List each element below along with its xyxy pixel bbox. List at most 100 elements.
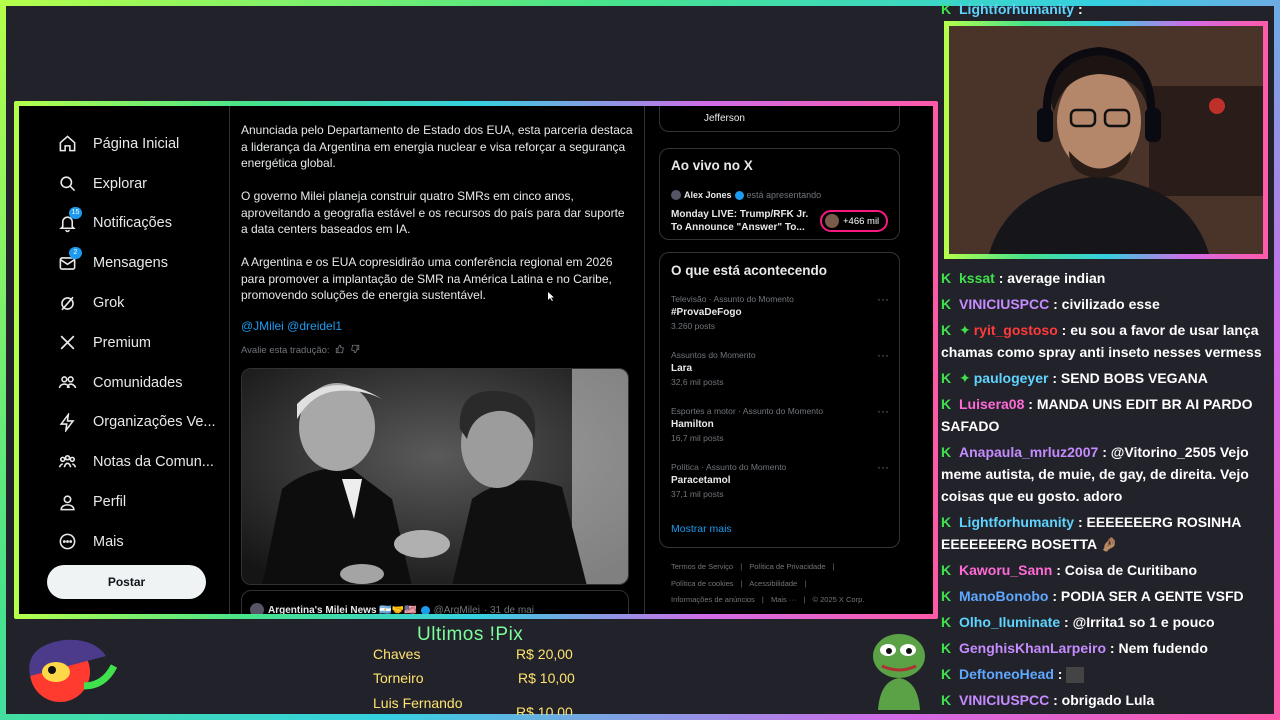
footer-separator: | [740, 578, 743, 588]
nav-label: Mensagens [93, 255, 168, 272]
pix-amount: R$ 10,00 [516, 704, 573, 715]
chat-username[interactable]: kssat [959, 270, 995, 286]
more-options-icon[interactable]: ··· [877, 292, 889, 306]
pix-amount: R$ 10,00 [518, 670, 575, 686]
chat-username[interactable]: ryit_gostoso [974, 322, 1058, 338]
mascot-sticker-left [29, 639, 118, 702]
trend-item[interactable]: Esportes a motor · Assunto do Momento Ha… [671, 404, 889, 443]
chat-username[interactable]: ManoBonobo [959, 588, 1048, 604]
footer-link[interactable]: Política de cookies [671, 579, 734, 588]
chat-message: K VINICIUSPCC : civilizado esse [941, 293, 1271, 315]
kick-badge-icon: K [941, 1, 952, 17]
trend-item[interactable]: Política · Assunto do Momento Paracetamo… [671, 460, 889, 499]
chat-text: : obrigado Lula [1053, 692, 1155, 708]
footer-separator: | [761, 595, 764, 604]
live-listeners-pill[interactable]: +466 mil [820, 210, 888, 232]
footer-link[interactable]: Termos de Serviço [671, 562, 733, 571]
footer-link[interactable]: Acessibilidade [749, 579, 797, 588]
live-title: Ao vivo no X [671, 158, 753, 173]
footer-link[interactable]: Política de Privacidade [749, 562, 825, 571]
trend-item[interactable]: Televisão · Assunto do Momento #ProvaDeF… [671, 292, 889, 331]
chat-username[interactable]: Anapaula_mrluz2007 [959, 444, 1098, 460]
chat-username[interactable]: Lightforhumanity [959, 1, 1074, 17]
nav-label: Página Inicial [93, 135, 180, 152]
chat-message: K DeftoneoHead : [941, 663, 1271, 685]
more-options-icon[interactable]: ··· [877, 460, 889, 474]
chat-message: K Lightforhumanity : EEEEEEERG ROSINHA EE… [941, 511, 1271, 555]
quoted-author-handle: @ArgMilei [433, 604, 480, 615]
nav-item-profile[interactable]: Perfil [45, 482, 235, 522]
live-host: Alex Jones está apresentando [671, 190, 821, 200]
footer-links: Termos de Serviço | Política de Privacid… [671, 559, 903, 609]
post-button[interactable]: Postar [47, 565, 206, 599]
footer-link[interactable]: Mais ··· [771, 595, 796, 604]
trend-meta: Esportes a motor · Assunto do Momento [671, 406, 824, 416]
live-broadcast-title[interactable]: Monday LIVE: Trump/RFK Jr. To Announce "… [671, 208, 813, 234]
footer-link[interactable]: Informações de anúncios [671, 595, 755, 604]
quoted-tweet-header[interactable]: Argentina's Milei News 🇦🇷🤝🇺🇸 @ArgMilei ·… [241, 590, 629, 614]
trends-title: O que está acontecendo [671, 263, 828, 278]
nav-item-explore[interactable]: Explorar [45, 164, 235, 204]
pix-name: Chaves [373, 646, 421, 662]
chat-username[interactable]: paulogeyer [974, 370, 1049, 386]
nav-item-premium[interactable]: Premium [45, 323, 235, 363]
nav-item-organizations[interactable]: Organizações Ve... [45, 403, 235, 443]
bell-icon: 15 [57, 207, 82, 233]
trend-count: 16,7 mil posts [671, 433, 724, 443]
chat-username[interactable]: GenghisKhanLarpeiro [959, 640, 1106, 656]
chat-username[interactable]: DeftoneoHead [959, 666, 1054, 682]
nav-item-more[interactable]: Mais [45, 522, 235, 562]
quoted-author-name: Argentina's Milei News 🇦🇷🤝🇺🇸 [268, 604, 417, 615]
diamond-badge-icon: ✦ [959, 370, 971, 386]
thumbs-down-icon[interactable] [350, 344, 360, 357]
pix-name: Luis Fernando [373, 695, 463, 711]
chat-username[interactable]: VINICIUSPCC [959, 692, 1049, 708]
trend-name: Paracetamol [671, 475, 731, 486]
tweet-mentions[interactable]: @JMilei @dreidel1 [241, 319, 342, 333]
chat-username[interactable]: VINICIUSPCC [959, 296, 1049, 312]
x-page: Página Inicial Explorar 15 Notificações … [19, 106, 933, 614]
chat-message: K GenghisKhanLarpeiro : Nem fudendo [941, 637, 1271, 659]
kick-badge-icon: K [941, 370, 952, 386]
nav-item-grok[interactable]: Grok [45, 283, 235, 323]
pepe-frog-sticker [873, 634, 925, 710]
chat-username[interactable]: Lightforhumanity [959, 514, 1074, 530]
trend-count: 3.260 posts [671, 321, 715, 331]
nav-item-home[interactable]: Página Inicial [45, 124, 235, 164]
more-options-icon[interactable]: ··· [877, 348, 889, 362]
chat-message: K ✦ ryit_gostoso : eu sou a favor de usar … [941, 319, 1271, 363]
communities-icon [57, 373, 77, 393]
trend-name: Lara [671, 363, 693, 374]
nav-item-community-notes[interactable]: Notas da Comun... [45, 442, 235, 482]
more-options-icon[interactable]: ··· [877, 404, 889, 418]
nav-item-communities[interactable]: Comunidades [45, 363, 235, 403]
chat-username[interactable]: Kaworu_Sann [959, 562, 1052, 578]
show-more-link[interactable]: Mostrar mais [671, 523, 732, 535]
tweet-photo[interactable] [241, 368, 629, 585]
chat-username[interactable]: Luisera08 [959, 396, 1024, 412]
trend-item[interactable]: Assuntos do Momento Lara 32,6 mil posts … [671, 348, 889, 387]
suggested-user-name[interactable]: Jefferson [704, 113, 745, 124]
chat-username[interactable]: Olho_Iluminate [959, 614, 1060, 630]
verified-icon [420, 605, 430, 614]
host-name[interactable]: Alex Jones [684, 190, 732, 200]
chat-message: K ✦ paulogeyer : SEND BOBS VEGANA [941, 367, 1271, 389]
footer-separator: | [740, 562, 743, 571]
nav-item-messages[interactable]: 2 Mensagens [45, 243, 235, 283]
diamond-badge-icon: ✦ [959, 322, 971, 338]
copyright: © 2025 X Corp. [812, 595, 865, 604]
nav-label: Explorar [93, 175, 147, 192]
nav-item-notifications[interactable]: 15 Notificações [45, 204, 235, 244]
webcam-frame [944, 21, 1268, 259]
kick-badge-icon: K [941, 322, 952, 338]
live-on-x-box: Ao vivo no X Alex Jones está apresentand… [659, 148, 900, 240]
trend-count: 37,1 mil posts [671, 489, 724, 499]
footer-separator: | [832, 562, 835, 571]
chat-message: K ManoBonobo : PODIA SER A GENTE VSFD [941, 585, 1271, 607]
trends-box: O que está acontecendo Televisão · Assun… [659, 252, 900, 548]
pix-title: Ultimos !Pix [417, 624, 524, 645]
kick-badge-icon: K [941, 270, 952, 286]
nav-label: Comunidades [93, 374, 183, 391]
trend-meta: Assuntos do Momento [671, 350, 756, 360]
thumbs-up-icon[interactable] [335, 344, 345, 357]
